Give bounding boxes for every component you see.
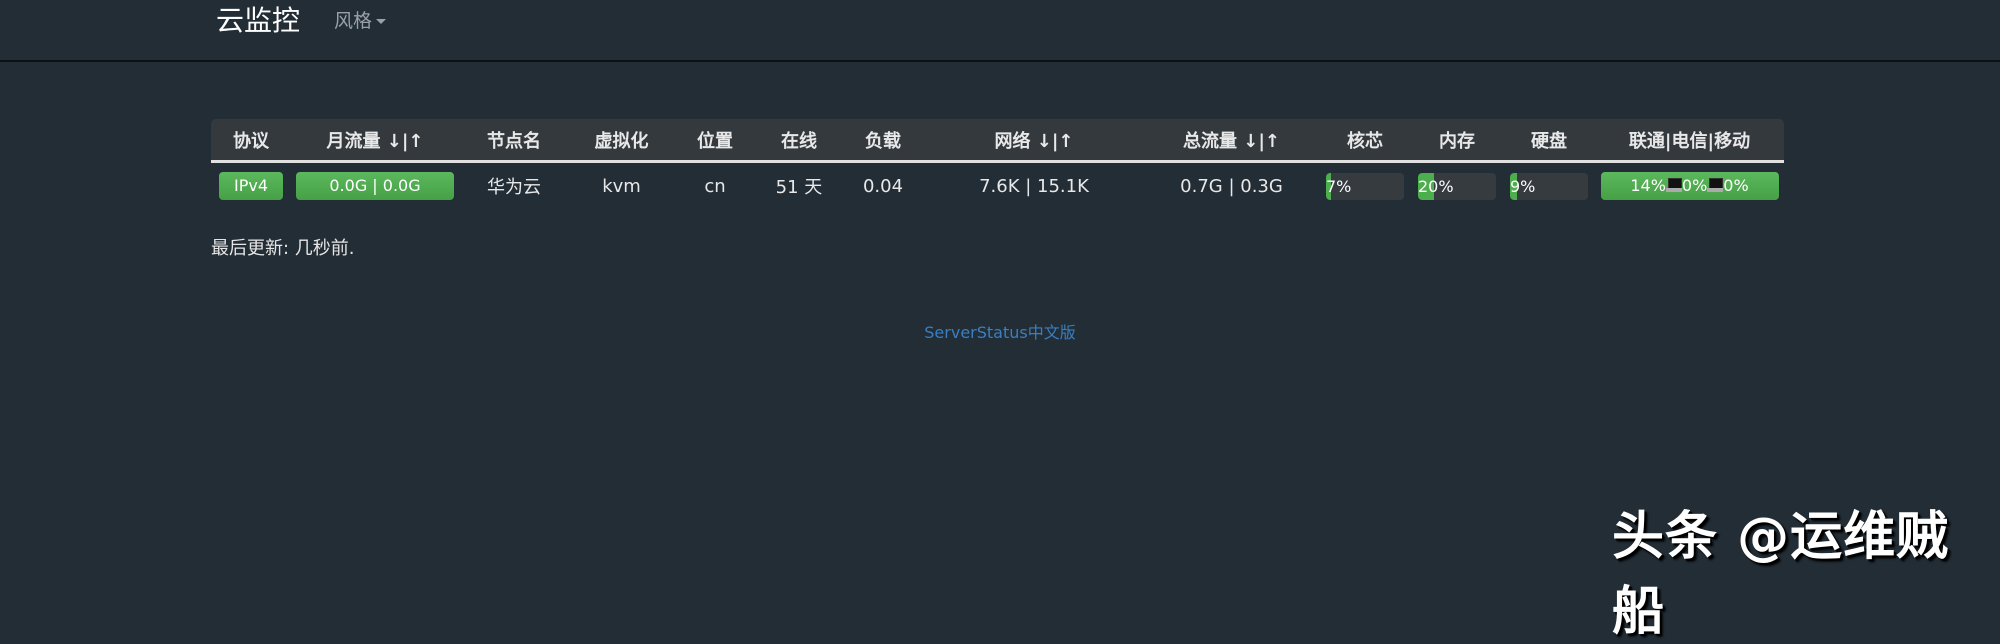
cell-load: 0.04 (862, 175, 904, 197)
cell-network: 7.6K | 15.1K (979, 175, 1089, 197)
memory-progress-label: 20% (1418, 176, 1454, 196)
footer: ServerStatus中文版 (0, 319, 2000, 343)
header-virtualization: 虚拟化 (569, 119, 674, 163)
watermark-text: 头条 @运维贼船 (1612, 507, 1950, 642)
cell-disk: 9% (1503, 162, 1595, 210)
header-cpu: 核芯 (1319, 119, 1411, 163)
header-network[interactable]: 网络 ↓|↑ (924, 119, 1144, 163)
style-dropdown[interactable]: 风格 (334, 8, 387, 34)
header-memory: 内存 (1411, 119, 1503, 163)
navbar: 云监控 风格 (0, 0, 2000, 62)
server-table-wrapper: 协议 月流量 ↓|↑ 节点名 虚拟化 位置 在线 负载 网络 ↓|↑ 总流量 ↓… (211, 119, 1784, 209)
cell-total-traffic: 0.7G | 0.3G (1180, 175, 1283, 197)
brand-title[interactable]: 云监控 (216, 2, 300, 40)
cell-monthly-traffic: 0.0G | 0.0G (291, 162, 459, 210)
header-node-name: 节点名 (459, 119, 569, 163)
cell-memory: 20% (1411, 162, 1503, 210)
disk-progress-bar: 9% (1510, 172, 1588, 200)
cell-virtualization: kvm (602, 175, 641, 197)
ping-mobile: 0% (1723, 176, 1749, 195)
header-protocol: 协议 (211, 119, 291, 163)
header-load: 负载 (842, 119, 924, 163)
cpu-progress-bar: 7% (1326, 172, 1404, 200)
header-monthly-traffic[interactable]: 月流量 ↓|↑ (291, 119, 459, 163)
header-disk: 硬盘 (1503, 119, 1595, 163)
laptop-icon (1707, 178, 1724, 192)
server-table: 协议 月流量 ↓|↑ 节点名 虚拟化 位置 在线 负载 网络 ↓|↑ 总流量 ↓… (211, 119, 1784, 209)
ping-badge: 14% 0% 0% (1600, 172, 1779, 200)
cpu-progress-label: 7% (1326, 176, 1352, 196)
style-dropdown-label: 风格 (334, 10, 373, 32)
header-location: 位置 (674, 119, 756, 163)
caret-down-icon (376, 19, 387, 24)
footer-serverstatus-link[interactable]: ServerStatus中文版 (924, 323, 1075, 342)
table-row[interactable]: IPv4 0.0G | 0.0G 华为云 kvm cn 51 天 0.04 7.… (211, 162, 1784, 210)
header-ping: 联通|电信|移动 (1595, 119, 1784, 163)
cell-uptime: 51 天 (775, 177, 823, 198)
cell-ping: 14% 0% 0% (1595, 162, 1784, 210)
laptop-icon (1665, 178, 1682, 192)
protocol-badge: IPv4 (219, 172, 283, 200)
last-updated-text: 最后更新: 几秒前. (211, 238, 355, 259)
cell-protocol: IPv4 (211, 162, 291, 210)
cell-location: cn (704, 175, 726, 197)
memory-progress-bar: 20% (1418, 172, 1496, 200)
ping-unicom: 14% (1630, 176, 1666, 195)
table-header-row: 协议 月流量 ↓|↑ 节点名 虚拟化 位置 在线 负载 网络 ↓|↑ 总流量 ↓… (211, 119, 1784, 163)
cell-cpu: 7% (1319, 162, 1411, 210)
ping-telecom: 0% (1681, 176, 1708, 195)
disk-progress-label: 9% (1510, 176, 1536, 196)
header-uptime: 在线 (756, 119, 842, 163)
cell-node-name: 华为云 (487, 177, 541, 198)
monthly-traffic-badge: 0.0G | 0.0G (296, 172, 454, 200)
header-total-traffic[interactable]: 总流量 ↓|↑ (1144, 119, 1319, 163)
